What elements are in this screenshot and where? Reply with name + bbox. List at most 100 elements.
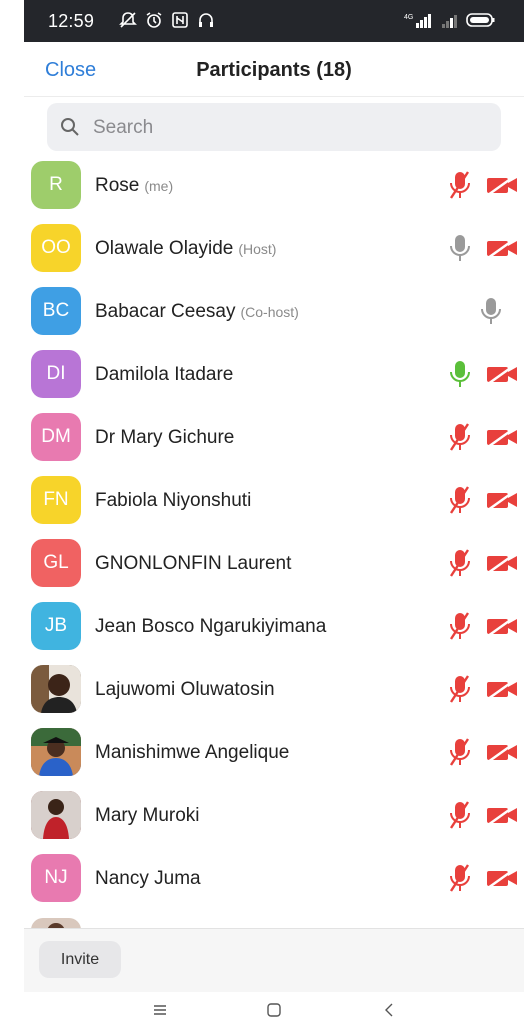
mic-muted-icon [446, 611, 474, 641]
participant-name-line: Nancy Juma [95, 868, 201, 890]
signal-icon: 4G [404, 11, 434, 34]
avatar [31, 791, 81, 839]
battery-icon [466, 12, 496, 33]
avatar-initials: JB [44, 615, 68, 636]
mic-icon [446, 359, 474, 389]
participant-name: Fabiola Niyonshuti [95, 490, 252, 511]
participant-name-line: Rose (me) [95, 175, 173, 197]
header-bar: Close Participants (18) [24, 42, 524, 97]
participant-name-line: Fabiola Niyonshuti [95, 490, 251, 512]
alarm-icon [145, 11, 163, 34]
participant-row[interactable]: JB Jean Bosco Ngarukiyimana [24, 595, 524, 658]
home-icon[interactable] [266, 1002, 282, 1023]
wifi-icon [440, 11, 460, 34]
participant-row[interactable]: OO Olawale Olayide (Host) [24, 217, 524, 280]
participant-name-line: Damilola Itadare [95, 364, 233, 386]
participant-row[interactable]: R Rose (me) [24, 154, 524, 217]
avatar [31, 728, 81, 776]
video-off-icon [486, 803, 518, 827]
participant-row[interactable]: Mary Muroki [24, 784, 524, 847]
back-icon[interactable] [382, 1002, 398, 1023]
mic-icon [477, 296, 505, 326]
search-box[interactable] [47, 103, 501, 151]
video-off-icon [486, 425, 518, 449]
avatar-initials: OO [41, 237, 71, 258]
search-input[interactable] [91, 111, 495, 145]
menu-icon[interactable] [152, 1002, 168, 1023]
participant-name-line: GNONLONFIN Laurent [95, 553, 291, 575]
mic-muted-icon [446, 674, 474, 704]
mic-muted-icon [446, 485, 474, 515]
participant-name: Damilola Itadare [95, 364, 234, 385]
invite-button[interactable]: Invite [39, 941, 121, 978]
participant-row[interactable]: DI Damilola Itadare [24, 343, 524, 406]
avatar: GL [31, 539, 81, 587]
participant-name-line: Mary Muroki [95, 805, 200, 827]
participant-name: Lajuwomi Oluwatosin [95, 679, 275, 700]
participant-name: Rose [95, 175, 140, 196]
participant-role: (Host) [238, 241, 277, 257]
participant-name: Dr Mary Gichure [95, 427, 235, 448]
avatar-initials: DI [46, 363, 66, 384]
avatar: FN [31, 476, 81, 524]
participant-row[interactable]: FN Fabiola Niyonshuti [24, 469, 524, 532]
participant-name: Jean Bosco Ngarukiyimana [95, 616, 327, 637]
svg-text:4G: 4G [404, 14, 413, 21]
video-off-icon [486, 173, 518, 197]
participant-row[interactable]: BC Babacar Ceesay (Co-host) [24, 280, 524, 343]
mic-icon [446, 233, 474, 263]
participant-role: (Co-host) [240, 304, 299, 320]
avatar-initials: BC [42, 300, 70, 321]
participant-name-line: Manishimwe Angelique [95, 742, 289, 764]
video-off-icon [486, 677, 518, 701]
participant-name: Olawale Olayide [95, 238, 234, 259]
participant-row[interactable]: Manishimwe Angelique [24, 721, 524, 784]
mic-muted-icon [446, 863, 474, 893]
participant-row[interactable]: NJ Nancy Juma [24, 847, 524, 910]
navigation-bar [0, 992, 524, 1030]
avatar-initials: FN [43, 489, 69, 510]
avatar: BC [31, 287, 81, 335]
video-off-icon [486, 488, 518, 512]
participant-name-line: Lajuwomi Oluwatosin [95, 679, 275, 701]
participant-name-line: Dr Mary Gichure [95, 427, 234, 449]
participant-row[interactable]: GL GNONLONFIN Laurent [24, 532, 524, 595]
participant-row[interactable]: Lajuwomi Oluwatosin [24, 658, 524, 721]
page-title: Participants (18) [196, 59, 352, 81]
status-time: 12:59 [48, 11, 95, 31]
mic-muted-icon [446, 800, 474, 830]
search-icon [61, 118, 79, 136]
status-bar: 12:59 4G [24, 0, 524, 42]
avatar: DI [31, 350, 81, 398]
avatar: OO [31, 224, 81, 272]
mic-muted-icon [446, 170, 474, 200]
video-off-icon [486, 551, 518, 575]
mute-notification-icon [119, 11, 137, 34]
video-off-icon [486, 614, 518, 638]
avatar-initials: R [49, 174, 63, 195]
avatar: R [31, 161, 81, 209]
participant-name: Nancy Juma [95, 868, 201, 889]
video-off-icon [486, 740, 518, 764]
participant-name: GNONLONFIN Laurent [95, 553, 292, 574]
participant-role: (me) [144, 178, 174, 194]
avatar: JB [31, 602, 81, 650]
participant-row[interactable]: DM Dr Mary Gichure [24, 406, 524, 469]
avatar: DM [31, 413, 81, 461]
participant-name-line: Babacar Ceesay (Co-host) [95, 301, 299, 323]
video-off-icon [486, 362, 518, 386]
participant-name-line: Jean Bosco Ngarukiyimana [95, 616, 326, 638]
footer-bar: Invite [24, 928, 524, 992]
avatar-initials: NJ [44, 867, 68, 888]
mic-muted-icon [446, 548, 474, 578]
participant-name-line: Olawale Olayide (Host) [95, 238, 276, 260]
video-off-icon [486, 866, 518, 890]
nfc-icon [171, 11, 189, 34]
avatar: NJ [31, 854, 81, 902]
participants-screen: Close Participants (18) R Rose(me) OO Olawa… [24, 42, 524, 992]
video-off-icon [486, 236, 518, 260]
avatar-initials: DM [41, 426, 71, 447]
participant-name: Babacar Ceesay [95, 301, 236, 322]
headset-icon [197, 11, 215, 34]
participant-name: Manishimwe Angelique [95, 742, 290, 763]
